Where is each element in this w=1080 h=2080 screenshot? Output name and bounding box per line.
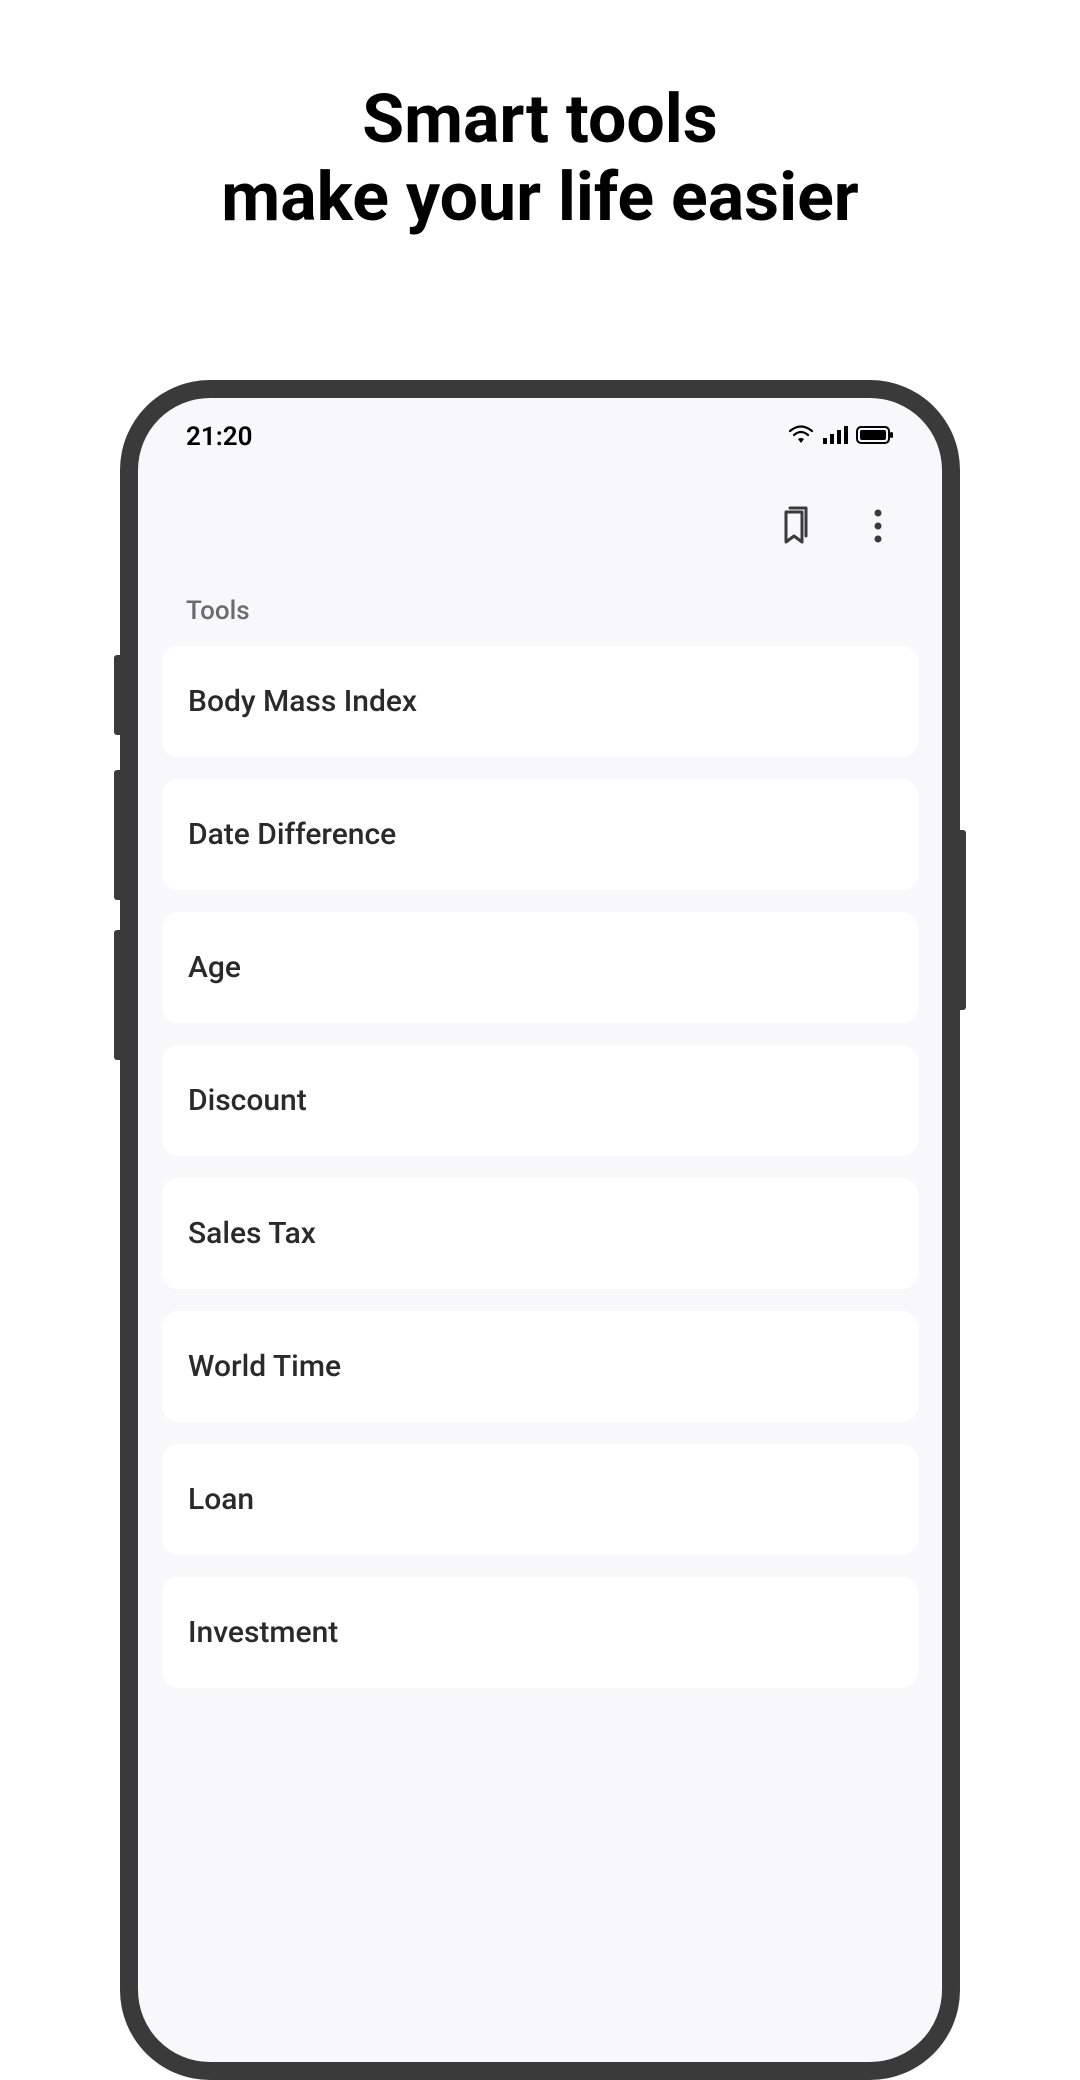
phone-volume-button <box>114 930 120 1060</box>
battery-icon <box>856 425 894 449</box>
bookmarks-button[interactable] <box>774 508 814 548</box>
bookmarks-icon <box>776 506 812 550</box>
app-bar <box>138 458 942 572</box>
more-vertical-icon <box>874 509 882 547</box>
tool-item-discount[interactable]: Discount <box>162 1045 918 1156</box>
phone-screen: 21:20 <box>138 398 942 2062</box>
tool-item-label: Loan <box>188 1482 254 1517</box>
status-bar: 21:20 <box>138 398 942 458</box>
tool-list: Body Mass Index Date Difference Age Disc… <box>138 646 942 1688</box>
tool-item-sales-tax[interactable]: Sales Tax <box>162 1178 918 1289</box>
tool-item-label: Date Difference <box>188 817 396 852</box>
tool-item-date-difference[interactable]: Date Difference <box>162 779 918 890</box>
tool-item-investment[interactable]: Investment <box>162 1577 918 1688</box>
tool-item-bmi[interactable]: Body Mass Index <box>162 646 918 757</box>
section-header-tools: Tools <box>138 572 942 646</box>
tool-item-label: Discount <box>188 1083 307 1118</box>
tool-item-label: Age <box>188 950 241 985</box>
phone-frame: 21:20 <box>120 380 960 2080</box>
phone-power-button <box>960 830 966 1010</box>
tool-item-label: Investment <box>188 1615 338 1650</box>
status-time: 21:20 <box>186 422 253 452</box>
wifi-icon <box>788 425 814 449</box>
status-icons <box>788 425 894 449</box>
tool-item-label: Body Mass Index <box>188 684 417 719</box>
headline-line1: Smart tools <box>0 80 1080 158</box>
marketing-headline: Smart tools make your life easier <box>0 80 1080 236</box>
tool-item-age[interactable]: Age <box>162 912 918 1023</box>
tool-item-label: World Time <box>188 1349 341 1384</box>
tool-item-label: Sales Tax <box>188 1216 316 1251</box>
tool-item-world-time[interactable]: World Time <box>162 1311 918 1422</box>
tool-item-loan[interactable]: Loan <box>162 1444 918 1555</box>
signal-icon <box>822 425 848 449</box>
headline-line2: make your life easier <box>0 158 1080 236</box>
more-options-button[interactable] <box>858 508 898 548</box>
